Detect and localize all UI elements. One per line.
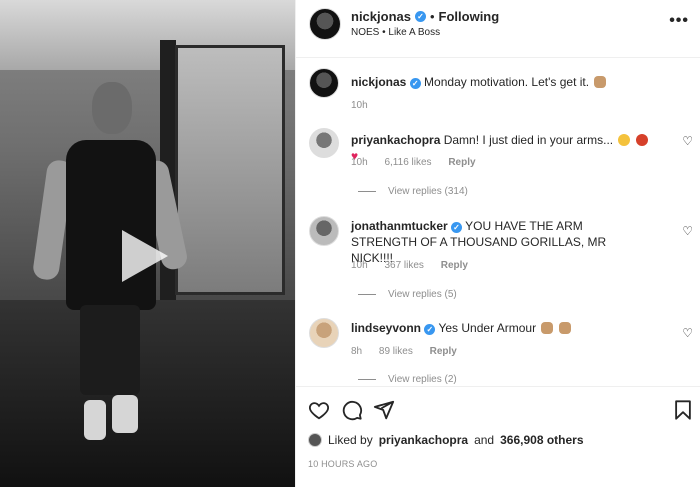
divider <box>358 294 376 295</box>
reply-button[interactable]: Reply <box>448 157 475 168</box>
avatar[interactable] <box>309 318 339 348</box>
comment-likes[interactable]: 89 likes <box>379 346 413 357</box>
comment-body: Damn! I just died in your arms... <box>443 133 614 147</box>
comment-time: 8h <box>351 346 363 357</box>
heart-eyes-icon <box>618 134 631 146</box>
comment-likes[interactable]: 6,116 likes <box>384 157 431 168</box>
first-liker-link[interactable]: priyankachopra <box>379 433 468 447</box>
comment-meta: 10h 367 likes Reply <box>351 260 482 271</box>
verified-badge-icon: ✓ <box>414 11 426 22</box>
post-header: nickjonas ✓ • Following NOES • Like A Bo… <box>296 0 700 58</box>
post-side-panel: nickjonas ✓ • Following NOES • Like A Bo… <box>295 0 700 487</box>
caption-body: Monday motivation. Let's get it. <box>424 75 590 89</box>
view-replies-button[interactable]: View replies (2) <box>358 374 457 385</box>
view-replies-label: View replies (314) <box>388 186 468 197</box>
comment-username[interactable]: lindseyvonn <box>351 321 421 335</box>
flexed-biceps-icon <box>541 322 554 334</box>
separator-dot: • <box>429 9 435 24</box>
heart-icon[interactable]: ♡ <box>682 224 693 238</box>
reply-button[interactable]: Reply <box>430 346 457 357</box>
comment-text: lindseyvonn ✓ Yes Under Armour <box>351 320 651 336</box>
verified-badge-icon: ✓ <box>451 222 463 233</box>
video-frame-figure <box>66 140 156 310</box>
comment-text: jonathanmtucker ✓ YOU HAVE THE ARM STREN… <box>351 218 651 266</box>
video-frame-figure <box>80 305 140 395</box>
comment-time: 10h <box>351 260 368 271</box>
avatar[interactable] <box>309 68 339 98</box>
view-replies-button[interactable]: View replies (5) <box>358 289 457 300</box>
verified-badge-icon: ✓ <box>409 78 421 89</box>
comment-meta: 8h 89 likes Reply <box>351 346 471 357</box>
post-video[interactable] <box>0 0 295 487</box>
audio-subtitle[interactable]: NOES • Like A Boss <box>351 27 440 38</box>
reply-button[interactable]: Reply <box>441 260 468 271</box>
view-replies-label: View replies (2) <box>388 374 457 385</box>
other-likers-link[interactable]: 366,908 others <box>500 433 583 447</box>
liked-by-prefix: Liked by <box>328 433 373 447</box>
avatar[interactable] <box>308 433 322 447</box>
comment-username[interactable]: jonathanmtucker <box>351 219 448 233</box>
heart-icon[interactable]: ♡ <box>682 326 693 340</box>
comment-body: Yes Under Armour <box>438 321 537 335</box>
liked-by-and: and <box>474 433 495 447</box>
liked-by-line: Liked by priyankachopra and 366,908 othe… <box>308 433 584 447</box>
share-icon[interactable] <box>373 399 395 421</box>
view-replies-button[interactable]: View replies (314) <box>358 186 468 197</box>
divider <box>358 191 376 192</box>
following-button[interactable]: Following <box>439 9 500 24</box>
play-icon[interactable] <box>122 230 168 282</box>
post-actions: Liked by priyankachopra and 366,908 othe… <box>296 386 700 486</box>
video-frame-figure <box>92 82 132 134</box>
bookmark-icon[interactable] <box>672 399 694 421</box>
view-replies-label: View replies (5) <box>388 289 457 300</box>
comment-icon[interactable] <box>341 399 363 421</box>
flexed-biceps-icon <box>558 322 571 334</box>
comments-list[interactable]: nickjonas ✓ Monday motivation. Let's get… <box>296 58 700 386</box>
comment-likes[interactable]: 367 likes <box>384 260 423 271</box>
divider <box>358 379 376 380</box>
header-user-line: nickjonas ✓ • Following <box>351 9 499 24</box>
video-frame-floor <box>0 300 295 487</box>
header-username[interactable]: nickjonas <box>351 9 411 24</box>
caption-text: nickjonas ✓ Monday motivation. Let's get… <box>351 74 651 90</box>
avatar[interactable] <box>309 8 341 40</box>
avatar[interactable] <box>309 128 339 158</box>
heart-icon[interactable]: ♡ <box>682 134 693 148</box>
video-frame-window <box>175 45 285 295</box>
caption-time: 10h <box>351 100 368 111</box>
comment-meta: 10h 6,116 likes Reply <box>351 157 490 168</box>
verified-badge-icon: ✓ <box>424 324 436 335</box>
heart-icon[interactable] <box>308 399 330 421</box>
comment-time: 10h <box>351 157 368 168</box>
more-horizontal-icon[interactable]: ••• <box>669 12 689 30</box>
caption-meta: 10h <box>351 100 382 111</box>
caption-username[interactable]: nickjonas <box>351 75 406 89</box>
avatar[interactable] <box>309 216 339 246</box>
flexed-biceps-icon <box>594 76 607 88</box>
video-frame-figure <box>112 395 138 433</box>
angry-face-icon <box>635 134 648 146</box>
video-frame-figure <box>84 400 106 440</box>
post-timestamp: 10 HOURS AGO <box>308 459 378 469</box>
comment-username[interactable]: priyankachopra <box>351 133 440 147</box>
